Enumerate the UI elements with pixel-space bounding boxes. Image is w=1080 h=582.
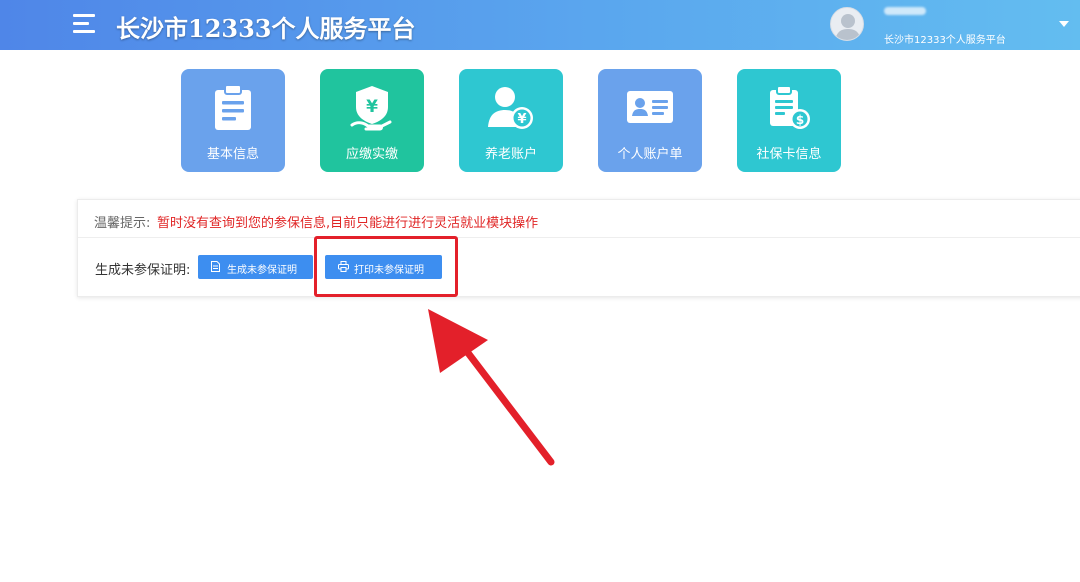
annotation-arrow-icon	[428, 309, 555, 466]
